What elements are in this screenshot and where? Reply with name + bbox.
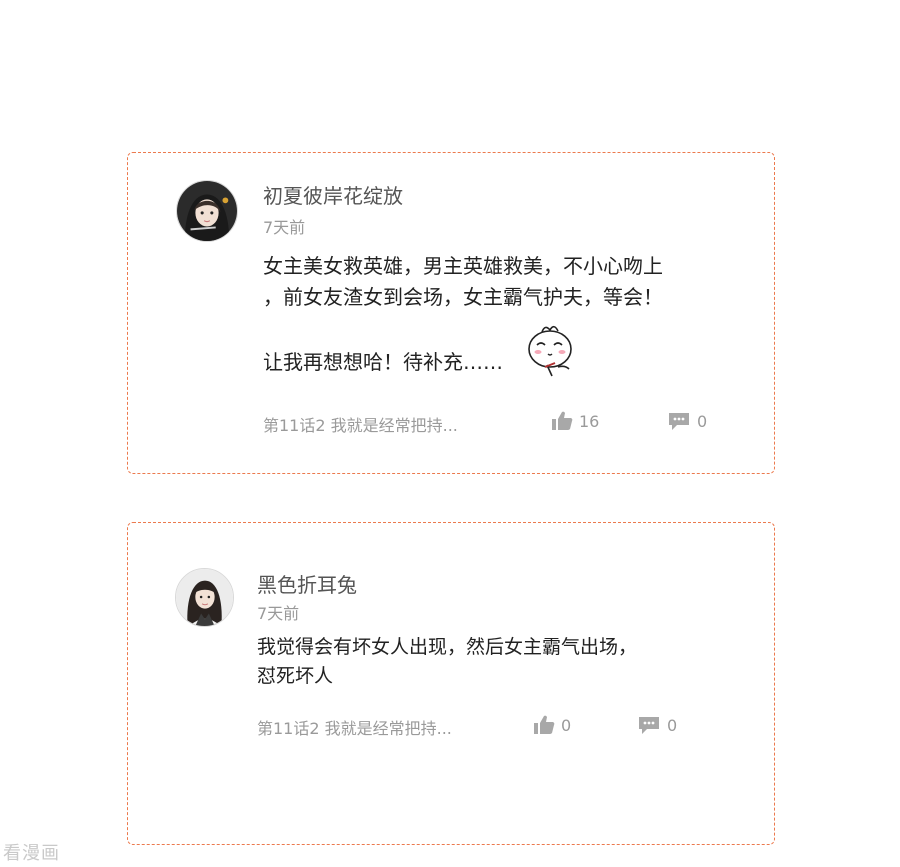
thumbs-up-icon [534,715,555,734]
comment-line: 怼死坏人 [257,665,334,687]
avatar-image [177,181,237,241]
avatar[interactable] [175,568,234,627]
thumbs-up-icon [552,411,573,430]
timestamp: 7天前 [257,604,300,623]
like-button[interactable]: 0 [533,715,571,735]
comment-text: 我觉得会有坏女人出现，然后女主霸气出场， 怼死坏人 [257,633,637,691]
chapter-link[interactable]: 第11话2 我就是经常把持... [257,715,452,739]
comment-card: 黑色折耳兔 7天前 我觉得会有坏女人出现，然后女主霸气出场， 怼死坏人 第11话… [127,522,775,845]
avatar[interactable] [176,180,238,242]
comment-bubble-icon [669,413,689,430]
username[interactable]: 初夏彼岸花绽放 [263,180,403,209]
like-count: 0 [561,715,572,735]
comment-line-text: 让我再想想哈！待补充…… [263,350,503,374]
comment-text: 女主美女救英雄，男主英雄救美，不小心吻上 ，前女友渣女到会场，女主霸气护夫，等会… [263,251,663,378]
thinking-bun-sticker-icon [525,321,577,377]
comment-line: 让我再想想哈！待补充…… [263,347,663,378]
reply-button[interactable]: 0 [637,715,677,735]
reply-count: 0 [697,411,708,431]
reply-button[interactable]: 0 [667,411,707,431]
reply-count: 0 [667,715,678,735]
comment-line: ，前女友渣女到会场，女主霸气护夫，等会！ [263,285,663,309]
chapter-link[interactable]: 第11话2 我就是经常把持... [263,412,458,436]
username[interactable]: 黑色折耳兔 [257,569,357,598]
timestamp: 7天前 [263,218,306,237]
comment-line: 我觉得会有坏女人出现，然后女主霸气出场， [257,636,638,658]
avatar-image [176,569,233,626]
like-button[interactable]: 16 [551,411,599,431]
comment-line [263,313,663,344]
watermark-logo: 看漫画 [3,843,60,864]
comment-card: 初夏彼岸花绽放 7天前 女主美女救英雄，男主英雄救美，不小心吻上 ，前女友渣女到… [127,152,775,474]
like-count: 16 [579,411,600,431]
comment-line: 女主美女救英雄，男主英雄救美，不小心吻上 [263,254,663,278]
comment-bubble-icon [639,717,659,734]
